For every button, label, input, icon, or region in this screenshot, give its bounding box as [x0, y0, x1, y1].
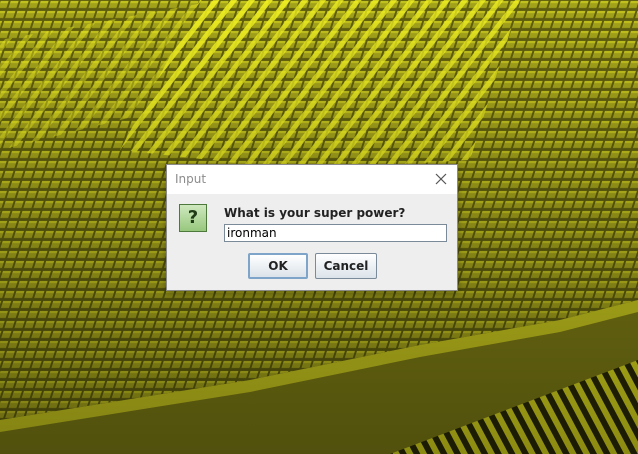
desktop: Input ? What is your super power? OK Can…	[0, 0, 638, 454]
ok-button[interactable]: OK	[248, 253, 308, 279]
question-icon: ?	[179, 204, 207, 232]
prompt-label: What is your super power?	[224, 206, 406, 220]
cancel-button[interactable]: Cancel	[315, 253, 377, 279]
close-icon[interactable]	[431, 169, 451, 189]
dialog-titlebar[interactable]: Input	[167, 165, 457, 194]
answer-input[interactable]	[224, 224, 447, 242]
dialog-title: Input	[175, 172, 207, 186]
input-dialog: Input ? What is your super power? OK Can…	[166, 164, 458, 291]
